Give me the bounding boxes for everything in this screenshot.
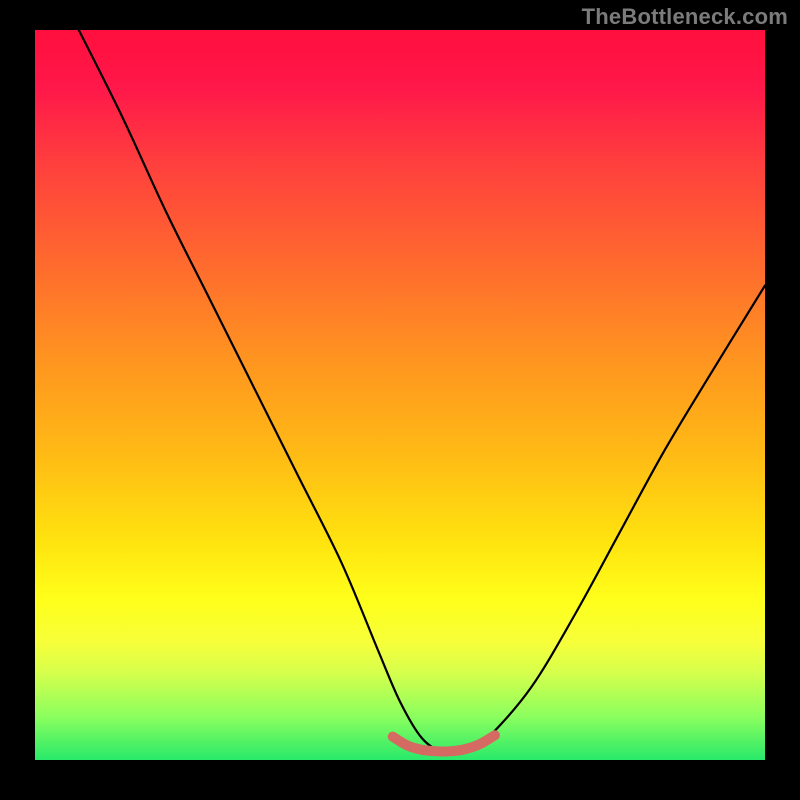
curve-svg [35, 30, 765, 760]
chart-frame: TheBottleneck.com [0, 0, 800, 800]
watermark-text: TheBottleneck.com [582, 4, 788, 30]
optimal-flat-region [393, 735, 495, 751]
bottleneck-curve [79, 30, 765, 755]
plot-area [35, 30, 765, 760]
